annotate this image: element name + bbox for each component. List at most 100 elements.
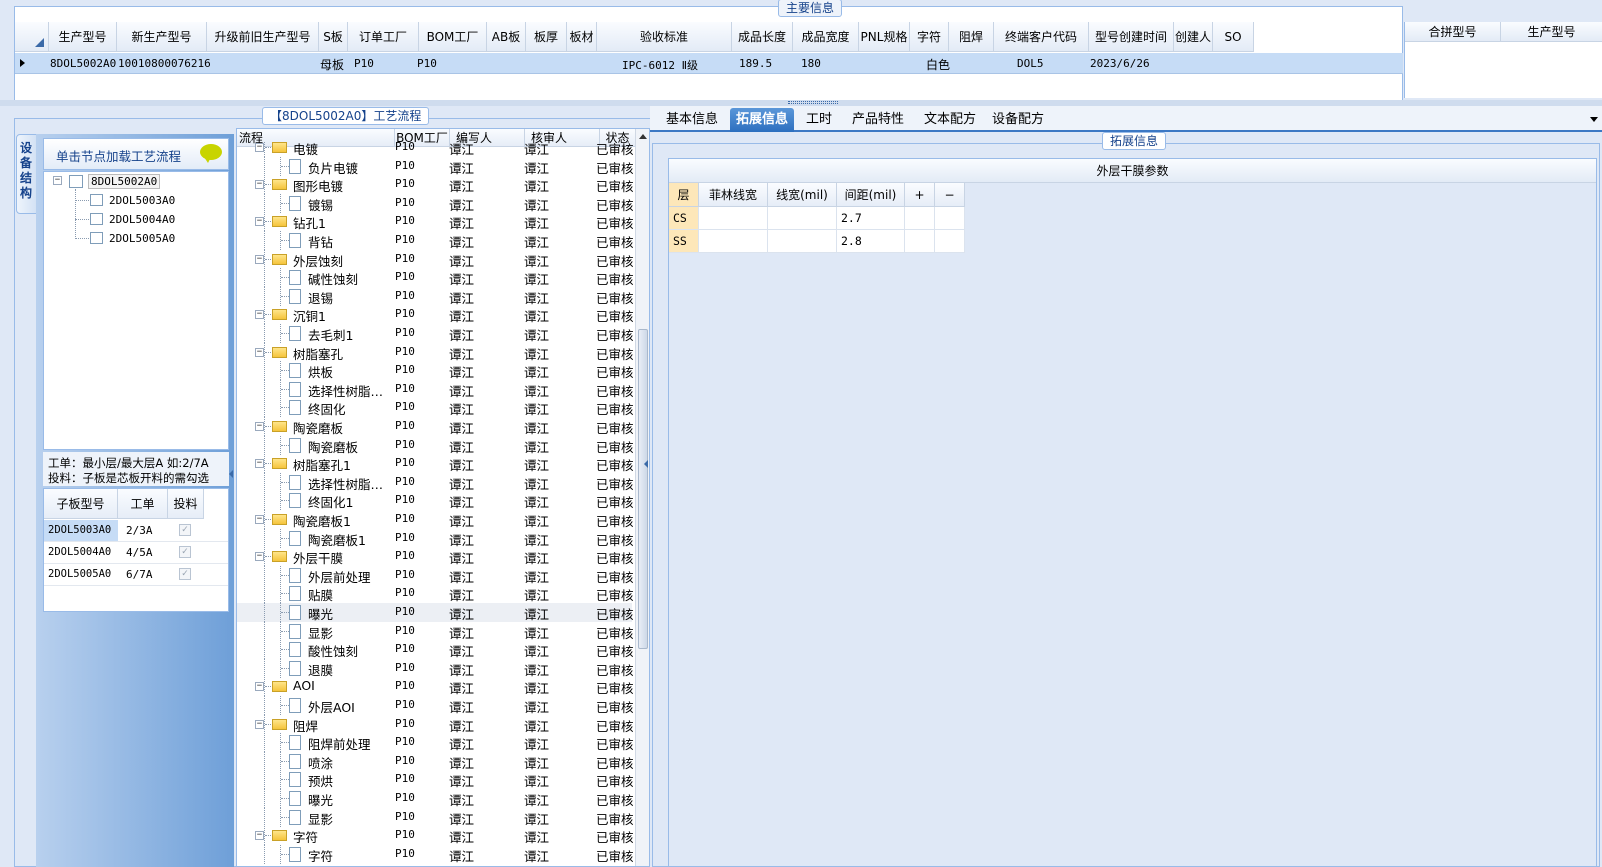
flow-row[interactable]: 选择性树脂… P10 谭江 谭江 已审核 — [237, 472, 634, 492]
collapse-node-icon[interactable]: − — [255, 719, 264, 729]
main-col-8[interactable]: 板材 — [567, 22, 597, 52]
col-sub-model[interactable]: 子板型号 — [44, 489, 118, 519]
param-cell[interactable] — [935, 230, 965, 253]
scroll-up-icon[interactable] — [639, 134, 647, 139]
main-col-16[interactable]: 型号创建时间 — [1089, 22, 1174, 52]
collapse-node-icon[interactable]: − — [255, 682, 264, 692]
collapse-node-icon[interactable]: − — [255, 143, 264, 152]
flow-row[interactable]: − 陶瓷磨板1 P10 谭江 谭江 已审核 — [237, 510, 634, 529]
sub-board-row[interactable]: 2DOL5005A0 6/7A ✓ — [44, 564, 228, 586]
param-cell[interactable] — [699, 230, 768, 253]
flow-row[interactable]: − 陶瓷磨板 P10 谭江 谭江 已审核 — [237, 417, 634, 436]
main-col-7[interactable]: 板厚 — [526, 22, 567, 52]
tab-4[interactable]: 文本配方 — [918, 108, 982, 132]
param-cell[interactable] — [699, 207, 768, 230]
param-col-3[interactable]: 间距(mil) — [837, 183, 905, 207]
collapse-node-icon[interactable]: − — [255, 459, 264, 469]
sub-order[interactable]: 2/3A — [126, 524, 153, 537]
flow-row[interactable]: − 外层蚀刻 P10 谭江 谭江 已审核 — [237, 249, 634, 269]
flow-row[interactable]: − 字符 P10 谭江 谭江 已审核 — [237, 826, 634, 846]
feed-checkbox[interactable]: ✓ — [179, 546, 191, 558]
flow-row[interactable]: 终固化1 P10 谭江 谭江 已审核 — [237, 491, 634, 511]
flow-row[interactable]: 镀锡 P10 谭江 谭江 已审核 — [237, 193, 634, 213]
flow-row[interactable]: − 树脂塞孔 P10 谭江 谭江 已审核 — [237, 342, 634, 362]
sub-board-row[interactable]: 2DOL5004A0 4/5A ✓ — [44, 542, 228, 564]
collapse-node-icon[interactable]: − — [255, 347, 264, 357]
main-col-1[interactable]: 新生产型号 — [117, 22, 207, 52]
flow-row[interactable]: 外层前处理 P10 谭江 谭江 已审核 — [237, 565, 634, 585]
flow-row[interactable]: − 电镀 P10 谭江 谭江 已审核 — [237, 142, 634, 157]
flow-row[interactable]: 背钻 P10 谭江 谭江 已审核 — [237, 231, 634, 250]
collapse-node-icon[interactable]: − — [255, 831, 264, 841]
flow-row[interactable]: 显影 P10 谭江 谭江 已审核 — [237, 807, 634, 827]
param-col-4[interactable]: + — [905, 183, 935, 207]
main-col-11[interactable]: 成品宽度 — [793, 22, 859, 52]
main-col-4[interactable]: 订单工厂 — [348, 22, 419, 52]
param-col-5[interactable]: − — [935, 183, 965, 207]
collapse-node-icon[interactable]: − — [255, 552, 264, 562]
main-col-5[interactable]: BOM工厂 — [419, 22, 487, 52]
tab-1[interactable]: 拓展信息 — [730, 108, 795, 132]
feed-checkbox[interactable]: ✓ — [179, 524, 191, 536]
flow-scrollbar[interactable] — [635, 129, 649, 866]
flow-row[interactable]: 喷涂 P10 谭江 谭江 已审核 — [237, 751, 634, 771]
merge-col-model[interactable]: 合拼型号 — [1405, 22, 1501, 42]
flow-row[interactable]: 外层AOI P10 谭江 谭江 已审核 — [237, 696, 634, 715]
flow-row[interactable]: 显影 P10 谭江 谭江 已审核 — [237, 621, 634, 641]
col-sub-order[interactable]: 工单 — [118, 489, 168, 519]
flow-row[interactable]: 烘板 P10 谭江 谭江 已审核 — [237, 361, 634, 381]
main-col-17[interactable]: 创建人 — [1174, 22, 1213, 52]
flow-row[interactable]: 字符 P10 谭江 谭江 已审核 — [237, 844, 634, 864]
flow-row[interactable]: 终固化 P10 谭江 谭江 已审核 — [237, 398, 634, 418]
collapse-right-icon[interactable] — [644, 460, 648, 468]
param-cell[interactable] — [768, 207, 837, 230]
param-col-0[interactable]: 层 — [669, 183, 699, 207]
main-col-14[interactable]: 阻焊 — [949, 22, 994, 52]
feed-checkbox[interactable]: ✓ — [179, 568, 191, 580]
tree-child-1[interactable]: 2DOL5003A0 — [75, 191, 225, 210]
flow-row[interactable]: 陶瓷磨板1 P10 谭江 谭江 已审核 — [237, 528, 634, 548]
main-grid-row[interactable]: 8DOL5002A0 10010800076216 母板 P10 P10 IPC… — [15, 53, 1403, 74]
collapse-left-icon[interactable] — [229, 470, 233, 478]
flow-row[interactable]: − 树脂塞孔1 P10 谭江 谭江 已审核 — [237, 454, 634, 474]
sub-board-row[interactable]: 2DOL5003A0 2/3A ✓ — [44, 520, 228, 542]
scroll-thumb[interactable] — [638, 329, 648, 649]
param-cell[interactable]: 2.7 — [837, 207, 905, 230]
flow-row[interactable]: 退锡 P10 谭江 谭江 已审核 — [237, 286, 634, 306]
side-tab-device[interactable]: 设备结构 — [16, 134, 38, 214]
param-cell[interactable] — [905, 230, 935, 253]
flow-row[interactable]: 曝光 P10 谭江 谭江 已审核 — [237, 789, 634, 808]
flow-row[interactable]: − 图形电镀 P10 谭江 谭江 已审核 — [237, 175, 634, 195]
param-cell[interactable] — [935, 207, 965, 230]
tab-2[interactable]: 工时 — [800, 108, 838, 132]
flow-row[interactable]: 陶瓷磨板 P10 谭江 谭江 已审核 — [237, 435, 634, 455]
flow-row[interactable]: 去毛刺1 P10 谭江 谭江 已审核 — [237, 324, 634, 343]
collapse-node-icon[interactable]: − — [255, 422, 264, 431]
tree-child-3[interactable]: 2DOL5005A0 — [75, 229, 225, 248]
flow-row[interactable]: 贴膜 P10 谭江 谭江 已审核 — [237, 584, 634, 604]
main-col-18[interactable]: SO — [1213, 22, 1254, 52]
main-col-9[interactable]: 验收标准 — [597, 22, 732, 52]
param-cell[interactable] — [768, 230, 837, 253]
flow-row[interactable]: − 钻孔1 P10 谭江 谭江 已审核 — [237, 212, 634, 232]
col-sub-feed[interactable]: 投料 — [168, 489, 204, 519]
collapse-node-icon[interactable]: − — [255, 310, 264, 320]
tree-child-2[interactable]: 2DOL5004A0 — [75, 210, 225, 229]
main-col-12[interactable]: PNL规格 — [859, 22, 910, 52]
merge-col-prod[interactable]: 生产型号 — [1501, 22, 1602, 42]
main-col-10[interactable]: 成品长度 — [732, 22, 793, 52]
flow-row[interactable]: 曝光 P10 谭江 谭江 已审核 — [237, 603, 634, 622]
param-col-1[interactable]: 菲林线宽 — [699, 183, 768, 207]
tab-3[interactable]: 产品特性 — [846, 108, 910, 132]
param-cell[interactable] — [905, 207, 935, 230]
tree-root-label[interactable]: 8DOL5002A0 — [88, 174, 161, 189]
flow-row[interactable]: − 沉铜1 P10 谭江 谭江 已审核 — [237, 305, 634, 325]
main-col-6[interactable]: AB板 — [487, 22, 526, 52]
flow-row[interactable]: − AOI P10 谭江 谭江 已审核 — [237, 677, 634, 697]
flow-row[interactable]: 选择性树脂… P10 谭江 谭江 已审核 — [237, 379, 634, 399]
sub-order[interactable]: 6/7A — [126, 568, 153, 581]
main-col-13[interactable]: 字符 — [910, 22, 949, 52]
flow-row[interactable]: 酸性蚀刻 P10 谭江 谭江 已审核 — [237, 640, 634, 660]
flow-row[interactable]: 退膜 P10 谭江 谭江 已审核 — [237, 658, 634, 678]
flow-row[interactable]: 负片电镀 P10 谭江 谭江 已审核 — [237, 156, 634, 176]
